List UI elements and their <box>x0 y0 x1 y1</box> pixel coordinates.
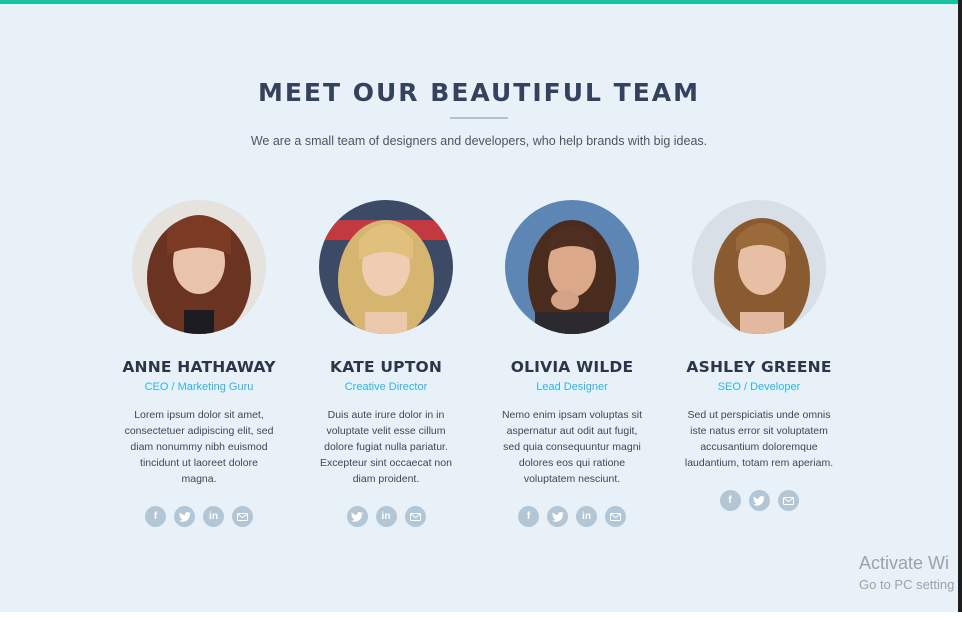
social-links: f in <box>99 506 299 527</box>
facebook-icon[interactable]: f <box>518 506 539 527</box>
team-card-ashley: ASHLEY GREENE SEO / Developer Sed ut per… <box>659 200 859 511</box>
facebook-icon[interactable]: f <box>145 506 166 527</box>
avatar <box>132 200 266 334</box>
member-name: OLIVIA WILDE <box>510 358 634 376</box>
team-card-kate: KATE UPTON Creative Director Duis aute i… <box>286 200 486 527</box>
section-subtitle: We are a small team of designers and dev… <box>250 134 708 148</box>
twitter-icon[interactable] <box>174 506 195 527</box>
section-title: MEET OUR BEAUTIFUL TEAM <box>257 78 701 107</box>
member-role: Creative Director <box>344 381 428 393</box>
social-links: in <box>286 506 486 527</box>
email-icon[interactable] <box>232 506 253 527</box>
member-bio: Lorem ipsum dolor sit amet, consectetuer… <box>124 409 274 485</box>
twitter-icon[interactable] <box>547 506 568 527</box>
member-bio: Sed ut perspiciatis unde omnis iste natu… <box>684 409 834 469</box>
email-icon[interactable] <box>404 506 426 527</box>
member-role: Lead Designer <box>536 381 608 393</box>
social-links: f <box>659 490 859 511</box>
title-divider <box>450 117 508 119</box>
twitter-icon[interactable] <box>748 490 770 511</box>
linkedin-icon[interactable]: in <box>375 506 397 527</box>
member-name: KATE UPTON <box>329 358 443 376</box>
twitter-icon[interactable] <box>346 506 368 527</box>
email-icon[interactable] <box>605 506 626 527</box>
member-name: ASHLEY GREENE <box>686 358 832 376</box>
member-bio: Nemo enim ipsam voluptas sit aspernatur … <box>501 409 643 485</box>
member-role: SEO / Developer <box>717 381 801 393</box>
facebook-icon[interactable]: f <box>719 490 741 511</box>
member-bio: Duis aute irure dolor in in voluptate ve… <box>320 409 452 485</box>
accent-top-bar <box>0 0 958 4</box>
avatar <box>319 200 453 334</box>
avatar <box>505 200 639 334</box>
social-links: f in <box>472 506 672 527</box>
team-card-anne: ANNE HATHAWAY CEO / Marketing Guru Lorem… <box>99 200 299 527</box>
linkedin-icon[interactable]: in <box>203 506 224 527</box>
avatar <box>692 200 826 334</box>
team-card-olivia: OLIVIA WILDE Lead Designer Nemo enim ips… <box>472 200 672 527</box>
email-icon[interactable] <box>777 490 799 511</box>
member-role: CEO / Marketing Guru <box>144 381 254 393</box>
linkedin-icon[interactable]: in <box>576 506 597 527</box>
watermark-line-2: Go to PC setting <box>859 577 955 592</box>
activation-watermark: Activate Wi Go to PC setting <box>859 553 954 592</box>
member-name: ANNE HATHAWAY <box>122 358 276 376</box>
window-edge <box>958 0 962 612</box>
watermark-line-1: Activate Wi <box>859 553 950 573</box>
team-section: MEET OUR BEAUTIFUL TEAM We are a small t… <box>0 0 958 612</box>
